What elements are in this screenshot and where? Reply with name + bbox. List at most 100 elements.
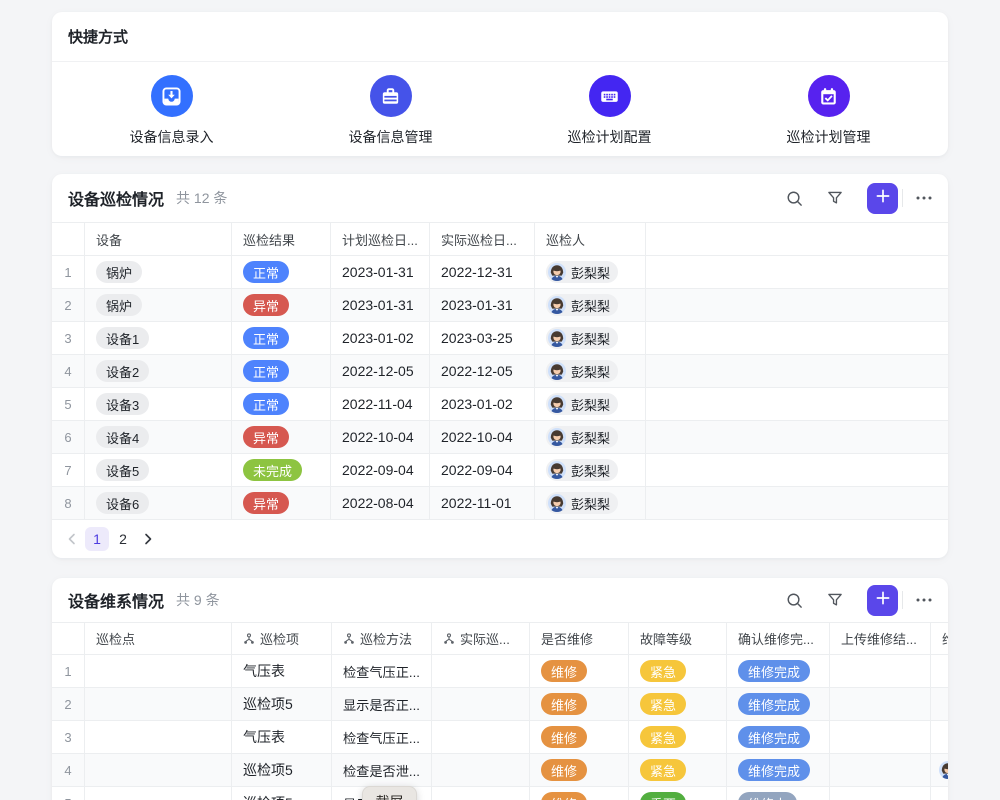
page-2[interactable]: 2 [111, 527, 135, 551]
shortcut-设备信息管理[interactable]: 设备信息管理 [281, 62, 500, 155]
confirm-cell[interactable]: 维修中 [727, 787, 830, 800]
item-cell[interactable]: 气压表 [232, 721, 332, 753]
upload-cell[interactable] [830, 754, 931, 786]
actual-date-cell[interactable]: 2023-01-02 [430, 388, 535, 420]
filter-icon[interactable] [821, 184, 849, 212]
upload-cell[interactable] [830, 787, 931, 800]
actual-date-cell[interactable]: 2022-09-04 [430, 454, 535, 486]
result-pill[interactable]: 正常 [243, 261, 289, 283]
repair-person-cell[interactable] [931, 787, 948, 800]
shortcut-巡检计划管理[interactable]: 巡检计划管理 [719, 62, 938, 155]
column-header-计划巡检日...[interactable]: 计划巡检日... [331, 223, 430, 255]
repair-cell[interactable]: 维修 [530, 754, 629, 786]
planned-date-cell[interactable]: 2022-10-04 [331, 421, 430, 453]
planned-date-cell[interactable]: 2022-08-04 [331, 487, 430, 519]
person-tag[interactable]: 彭梨梨 [546, 294, 618, 316]
planned-date-cell[interactable]: 2023-01-02 [331, 322, 430, 354]
person-tag[interactable]: 彭梨梨 [546, 327, 618, 349]
result-pill[interactable]: 未完成 [243, 459, 302, 481]
device-tag[interactable]: 锅炉 [96, 294, 142, 316]
planned-date-cell[interactable]: 2022-11-04 [331, 388, 430, 420]
planned-date-cell[interactable]: 2023-01-31 [331, 289, 430, 321]
inbox-download-icon[interactable] [151, 75, 193, 117]
inspection-row-7[interactable]: 7设备5未完成2022-09-042022-09-04 彭梨梨 [52, 454, 948, 487]
column-header-故障等级[interactable]: 故障等级 [629, 623, 727, 654]
device-cell[interactable]: 锅炉 [85, 256, 232, 288]
confirm-pill[interactable]: 维修完成 [738, 759, 810, 781]
method-cell[interactable]: 显示是否正... [332, 688, 432, 720]
device-cell[interactable]: 设备3 [85, 388, 232, 420]
confirm-pill[interactable]: 维修完成 [738, 660, 810, 682]
level-cell[interactable]: 紧急 [629, 655, 727, 687]
point-cell[interactable] [85, 688, 232, 720]
level-cell[interactable]: 紧急 [629, 754, 727, 786]
upload-cell[interactable] [830, 688, 931, 720]
maintenance-row-5[interactable]: 5巡检项5显示是否正...维修重要维修中 [52, 787, 948, 800]
search-icon[interactable] [780, 184, 808, 212]
person-cell[interactable]: 彭梨梨 [535, 487, 646, 519]
device-tag[interactable]: 设备2 [96, 360, 149, 382]
upload-cell[interactable] [830, 721, 931, 753]
level-cell[interactable]: 紧急 [629, 721, 727, 753]
page-1[interactable]: 1 [85, 527, 109, 551]
actual-result-cell[interactable] [432, 787, 530, 800]
point-cell[interactable] [85, 787, 232, 800]
inspection-row-4[interactable]: 4设备2正常2022-12-052022-12-05 彭梨梨 [52, 355, 948, 388]
method-cell[interactable]: 检查气压正... [332, 655, 432, 687]
actual-result-cell[interactable] [432, 754, 530, 786]
device-tag[interactable]: 设备6 [96, 492, 149, 514]
confirm-cell[interactable]: 维修完成 [727, 655, 830, 687]
column-header-实际巡检日...[interactable]: 实际巡检日... [430, 223, 535, 255]
inspection-row-3[interactable]: 3设备1正常2023-01-022023-03-25 彭梨梨 [52, 322, 948, 355]
item-cell[interactable]: 巡检项5 [232, 688, 332, 720]
confirm-cell[interactable]: 维修完成 [727, 721, 830, 753]
more-icon[interactable] [910, 184, 938, 212]
point-cell[interactable] [85, 721, 232, 753]
actual-date-cell[interactable]: 2023-03-25 [430, 322, 535, 354]
add-record-button[interactable] [867, 585, 898, 616]
device-tag[interactable]: 锅炉 [96, 261, 142, 283]
item-cell[interactable]: 巡检项5 [232, 754, 332, 786]
level-cell[interactable]: 重要 [629, 787, 727, 800]
repair-pill[interactable]: 维修 [541, 660, 587, 682]
person-cell[interactable]: 彭梨梨 [535, 322, 646, 354]
device-cell[interactable]: 设备6 [85, 487, 232, 519]
column-header-维修人[interactable]: 维修人 [931, 623, 948, 654]
filter-icon[interactable] [821, 586, 849, 614]
column-header-巡检项[interactable]: 巡检项 [232, 623, 332, 654]
confirm-pill[interactable]: 维修完成 [738, 726, 810, 748]
device-cell[interactable]: 设备4 [85, 421, 232, 453]
result-cell[interactable]: 正常 [232, 256, 331, 288]
column-header-巡检人[interactable]: 巡检人 [535, 223, 646, 255]
point-cell[interactable] [85, 655, 232, 687]
person-cell[interactable]: 彭梨梨 [535, 454, 646, 486]
add-record-button[interactable] [867, 183, 898, 214]
actual-result-cell[interactable] [432, 655, 530, 687]
result-pill[interactable]: 异常 [243, 294, 289, 316]
level-pill[interactable]: 紧急 [640, 726, 686, 748]
repair-pill[interactable]: 维修 [541, 759, 587, 781]
column-header-确认维修完...[interactable]: 确认维修完... [727, 623, 830, 654]
inspection-row-8[interactable]: 8设备6异常2022-08-042022-11-01 彭梨梨 [52, 487, 948, 520]
person-cell[interactable]: 彭梨梨 [535, 289, 646, 321]
person-tag[interactable]: 彭梨梨 [546, 459, 618, 481]
planned-date-cell[interactable]: 2022-09-04 [331, 454, 430, 486]
maintenance-row-1[interactable]: 1气压表检查气压正...维修紧急维修完成 [52, 655, 948, 688]
result-pill[interactable]: 异常 [243, 426, 289, 448]
more-icon[interactable] [910, 586, 938, 614]
result-cell[interactable]: 异常 [232, 487, 331, 519]
level-cell[interactable]: 紧急 [629, 688, 727, 720]
chevron-left-icon[interactable] [60, 527, 84, 551]
result-cell[interactable]: 正常 [232, 355, 331, 387]
column-header-实际巡...[interactable]: 实际巡... [432, 623, 530, 654]
inspection-row-1[interactable]: 1锅炉正常2023-01-312022-12-31 彭梨梨 [52, 256, 948, 289]
actual-date-cell[interactable]: 2022-12-31 [430, 256, 535, 288]
repair-pill[interactable]: 维修 [541, 726, 587, 748]
result-cell[interactable]: 正常 [232, 322, 331, 354]
confirm-pill[interactable]: 维修完成 [738, 693, 810, 715]
device-tag[interactable]: 设备1 [96, 327, 149, 349]
calendar-check-icon[interactable] [808, 75, 850, 117]
result-cell[interactable]: 正常 [232, 388, 331, 420]
inspection-row-5[interactable]: 5设备3正常2022-11-042023-01-02 彭梨梨 [52, 388, 948, 421]
person-tag[interactable]: 彭梨梨 [546, 360, 618, 382]
